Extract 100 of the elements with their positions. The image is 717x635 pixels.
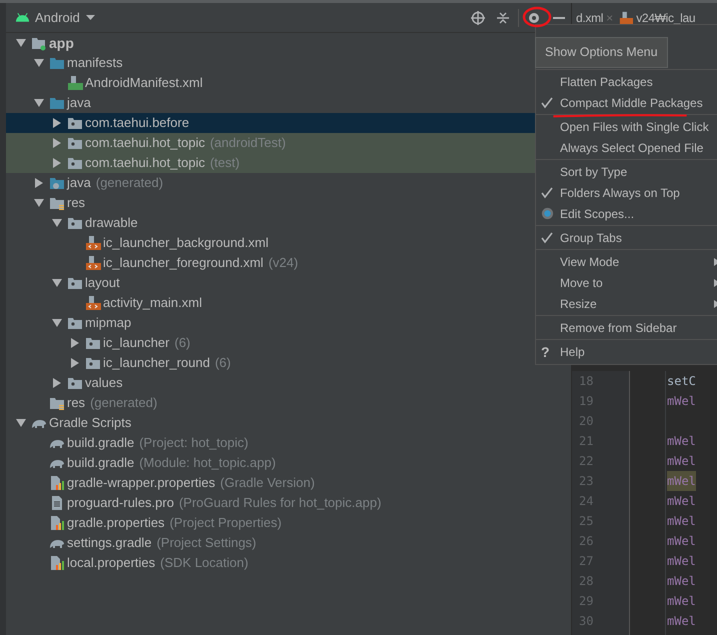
tree-item[interactable]: Gradle Scripts	[6, 413, 535, 433]
tree-item[interactable]: AndroidManifest.xml	[6, 73, 535, 93]
tree-item[interactable]: settings.gradle (Project Settings)	[6, 533, 535, 553]
tree-item[interactable]: local.properties (SDK Location)	[6, 553, 535, 573]
menu-item[interactable]: ? Help	[536, 341, 717, 362]
tree-item[interactable]: com.taehui.before	[6, 113, 535, 133]
code-text: mWel	[667, 471, 696, 491]
item-detail: (6)	[174, 334, 190, 352]
expanded-arrow-icon[interactable]	[34, 58, 44, 68]
tree-item[interactable]: build.gradle (Project: hot_topic)	[6, 433, 535, 453]
tree-item[interactable]: gradle-wrapper.properties (Gradle Version)	[6, 473, 535, 493]
collapsed-arrow-icon[interactable]	[70, 358, 80, 368]
tree-item[interactable]: drawable	[6, 213, 535, 233]
tree-item[interactable]: res (generated)	[6, 393, 535, 413]
item-label: gradle.properties	[67, 514, 165, 532]
expanded-arrow-icon[interactable]	[52, 218, 62, 228]
collapsed-arrow-icon[interactable]	[52, 138, 62, 148]
tree-item[interactable]: java	[6, 93, 535, 113]
xml-file-icon	[85, 295, 101, 311]
menu-item[interactable]: Group Tabs	[536, 227, 717, 248]
expanded-arrow-icon[interactable]	[52, 318, 62, 328]
tree-item[interactable]: com.taehui.hot_topic (test)	[6, 153, 535, 173]
xml-file-icon	[619, 10, 634, 24]
tooltip: Show Options Menu	[535, 37, 668, 68]
collapsed-arrow-icon[interactable]	[52, 378, 62, 388]
tree-item[interactable]: layout	[6, 273, 535, 293]
tree-item[interactable]: ic_launcher_round (6)	[6, 353, 535, 373]
menu-item[interactable]: Remove from Sidebar	[536, 317, 717, 338]
menu-item[interactable]: Resize	[536, 293, 717, 314]
properties-file-icon	[49, 515, 65, 531]
item-label: build.gradle	[67, 454, 134, 472]
package-folder-icon	[67, 315, 83, 331]
menu-item[interactable]: Sort by Type	[536, 161, 717, 182]
item-label: com.taehui.hot_topic	[85, 154, 205, 172]
tree-item[interactable]: com.taehui.hot_topic (androidTest)	[6, 133, 535, 153]
tree-item[interactable]: proguard-rules.pro (ProGuard Rules for hot_topic.app)	[6, 493, 535, 513]
menu-item[interactable]: View Mode	[536, 251, 717, 272]
item-label: res	[67, 394, 86, 412]
menu-item[interactable]: Open Files with Single Click	[536, 116, 717, 137]
circle-annotation	[522, 6, 552, 28]
item-label: com.taehui.hot_topic	[85, 134, 205, 152]
item-label: ic_launcher	[103, 334, 170, 352]
folder-icon	[49, 55, 65, 71]
tree-item[interactable]: values	[6, 373, 535, 393]
tree-item[interactable]: mipmap	[6, 313, 535, 333]
menu-item[interactable]: Folders Always on Top	[536, 182, 717, 203]
tree-item[interactable]: app	[6, 33, 535, 53]
gear-icon[interactable]	[527, 10, 541, 24]
item-detail: (Module: hot_topic.app)	[139, 454, 276, 472]
tree-item[interactable]: ic_launcher_foreground.xml (v24)	[6, 253, 535, 273]
menu-item[interactable]: Compact Middle Packages	[536, 92, 717, 113]
expanded-arrow-icon[interactable]	[16, 418, 26, 428]
code-text: mWel	[667, 453, 696, 470]
properties-file-icon	[49, 475, 65, 491]
item-label: build.gradle	[67, 434, 134, 452]
collapsed-arrow-icon[interactable]	[70, 338, 80, 348]
crosshair-icon[interactable]	[471, 10, 485, 24]
code-text: mWel	[667, 593, 696, 610]
tree-item[interactable]: res	[6, 193, 535, 213]
tree-item[interactable]: build.gradle (Module: hot_topic.app)	[6, 453, 535, 473]
tree-item[interactable]: gradle.properties (Project Properties)	[6, 513, 535, 533]
expanded-arrow-icon[interactable]	[34, 198, 44, 208]
minimize-icon[interactable]	[553, 16, 565, 18]
view-dropdown[interactable]: Android	[35, 8, 95, 28]
code-text: mWel	[667, 513, 696, 530]
tree-item[interactable]: ic_launcher_background.xml	[6, 233, 535, 253]
item-detail: (androidTest)	[210, 134, 286, 152]
expanded-arrow-icon[interactable]	[52, 278, 62, 288]
item-label: layout	[85, 274, 120, 292]
module-folder-icon	[31, 35, 47, 51]
editor-tab[interactable]: v24₩ic_lau	[619, 8, 700, 26]
item-label: drawable	[85, 214, 138, 232]
code-text: mWel	[667, 493, 696, 510]
collapse-all-icon[interactable]	[497, 10, 509, 24]
menu-item[interactable]: Edit Scopes...	[536, 203, 717, 224]
collapsed-arrow-icon[interactable]	[52, 118, 62, 128]
item-label: activity_main.xml	[103, 294, 202, 312]
tree-item[interactable]: ic_launcher (6)	[6, 333, 535, 353]
tree-item[interactable]: manifests	[6, 53, 535, 73]
menu-item[interactable]: Flatten Packages	[536, 71, 717, 92]
tree-item[interactable]: activity_main.xml	[6, 293, 535, 313]
properties-file-icon	[49, 555, 65, 571]
code-text: setC	[667, 373, 696, 390]
menu-item[interactable]: Always Select Opened File	[536, 137, 717, 158]
expanded-arrow-icon[interactable]	[16, 38, 26, 48]
editor-tab[interactable]: d.xml ×	[576, 8, 618, 26]
caret-icon	[86, 14, 95, 20]
collapsed-arrow-icon[interactable]	[34, 178, 44, 188]
item-label: values	[85, 374, 123, 392]
menu-item[interactable]: Move to	[536, 272, 717, 293]
code-text: mWel	[667, 613, 696, 630]
folder-icon	[49, 95, 65, 111]
expanded-arrow-icon[interactable]	[34, 98, 44, 108]
item-detail: (v24)	[268, 254, 298, 272]
tree-item[interactable]: java (generated)	[6, 173, 535, 193]
item-label: java	[67, 174, 91, 192]
item-label: ic_launcher_background.xml	[103, 234, 268, 252]
item-detail: (6)	[214, 354, 231, 372]
collapsed-arrow-icon[interactable]	[52, 158, 62, 168]
manifest-file-icon	[67, 75, 83, 91]
